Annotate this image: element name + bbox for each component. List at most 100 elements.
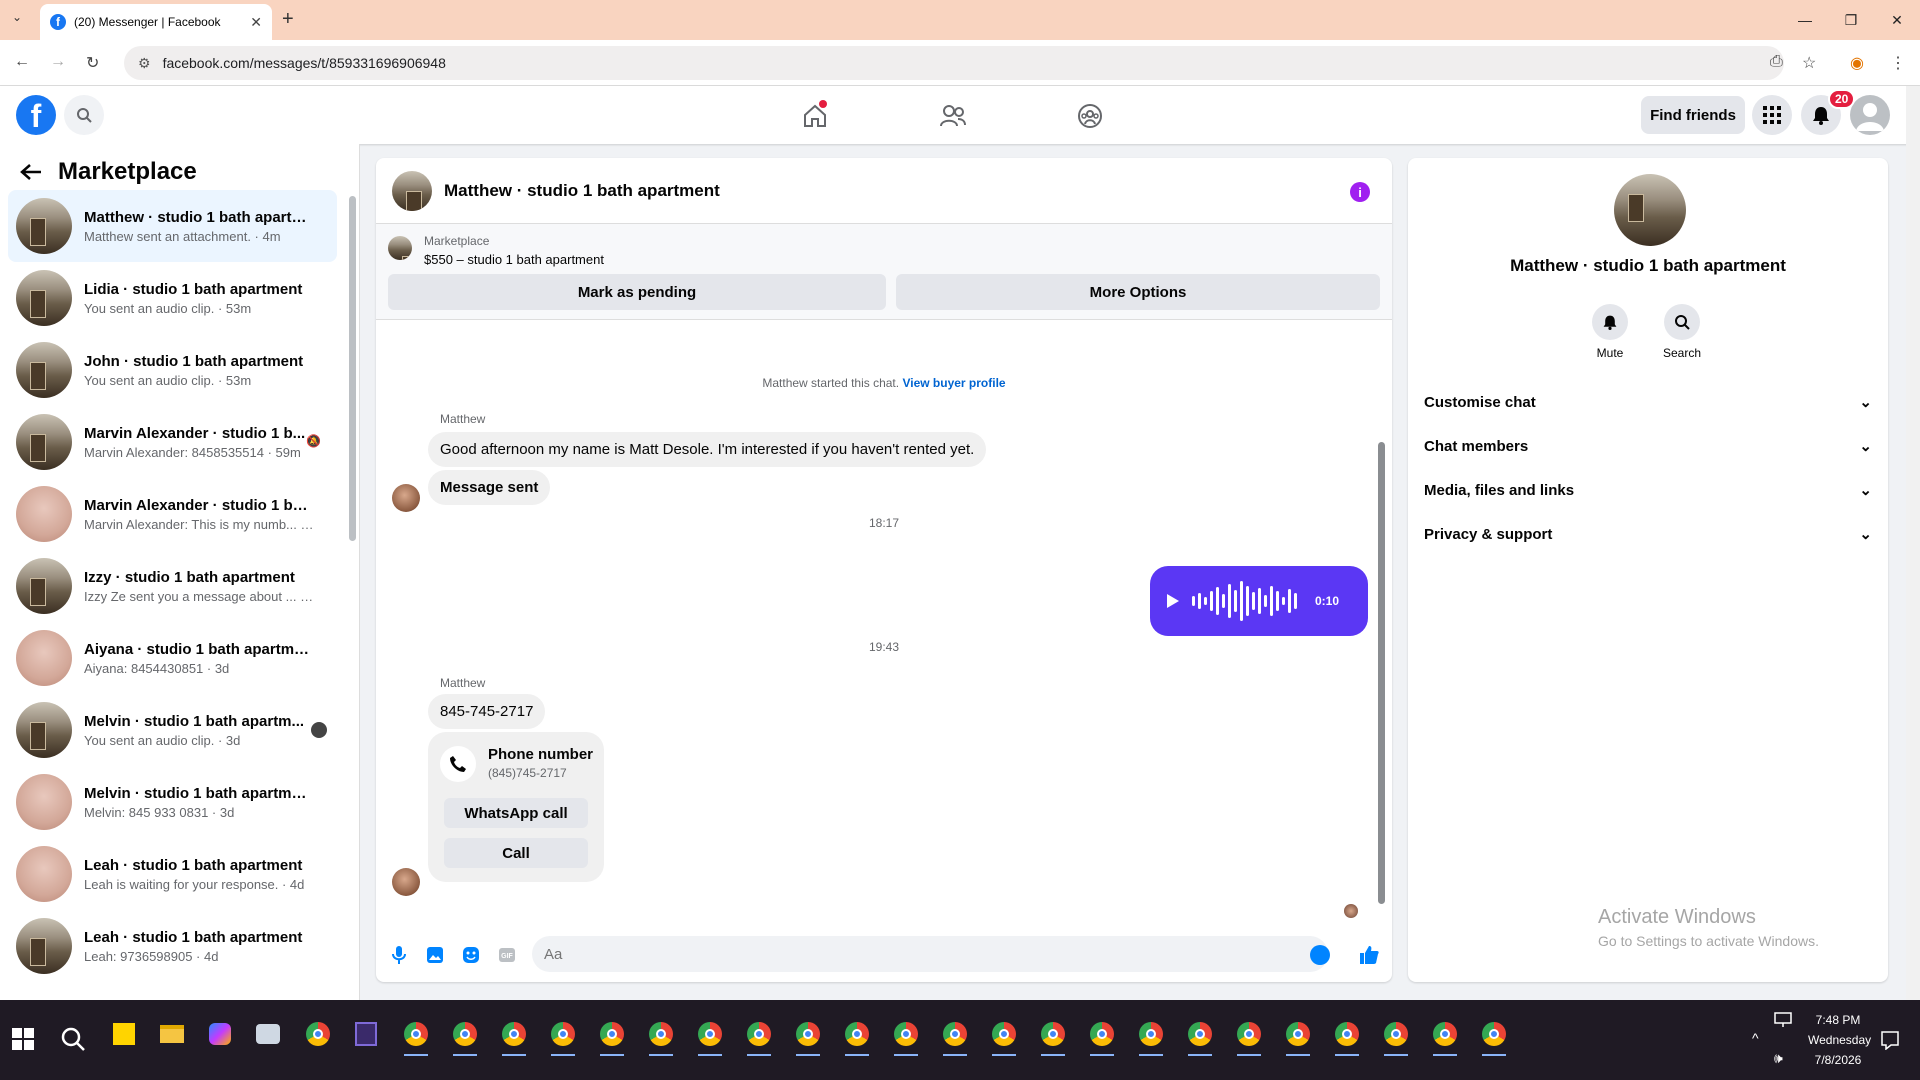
conversation-item[interactable]: Marvin Alexander · studio 1 b... Marvin A… [8, 406, 337, 478]
taskbar-app-icon[interactable] [596, 1018, 628, 1056]
emoji-icon[interactable] [1310, 945, 1330, 965]
notification-center-icon[interactable] [1880, 1030, 1900, 1050]
back-arrow-icon[interactable] [20, 163, 42, 181]
windows-start-icon[interactable] [12, 1028, 34, 1050]
mark-as-pending-button[interactable]: Mark as pending [388, 274, 886, 310]
taskbar-app-icon[interactable] [498, 1018, 530, 1056]
profile-icon[interactable]: ◉ [1850, 53, 1864, 73]
search-in-chat-button[interactable]: Search [1652, 304, 1712, 360]
taskbar-app-icon[interactable] [841, 1018, 873, 1056]
sender-avatar[interactable] [392, 868, 420, 896]
friends-icon[interactable] [933, 96, 973, 136]
minimize-icon[interactable]: — [1782, 0, 1828, 40]
message-bubble[interactable]: Message sent [428, 470, 551, 505]
chat-scrollbar[interactable] [1378, 442, 1385, 904]
taskbar-app-icon[interactable] [1380, 1018, 1412, 1056]
taskbar-app-icon[interactable] [108, 1018, 140, 1050]
accordion-privacy-support[interactable]: Privacy & support ⌄ [1424, 514, 1872, 554]
gif-icon[interactable]: GIF [496, 944, 518, 966]
taskbar-app-icon[interactable] [204, 1018, 236, 1050]
browser-tab[interactable]: f (20) Messenger | Facebook ✕ [40, 4, 272, 40]
photo-icon[interactable] [424, 944, 446, 966]
conversation-item[interactable]: Melvin · studio 1 bath apartm... You sent… [8, 694, 337, 766]
info-icon[interactable]: i [1350, 182, 1370, 202]
reload-icon[interactable]: ↻ [86, 53, 99, 73]
message-bubble[interactable]: 845-745-2717 [428, 694, 546, 729]
taskbar-app-icon[interactable] [156, 1018, 188, 1050]
conversation-item[interactable]: Matthew · studio 1 bath apartm... Matthew… [8, 190, 337, 262]
more-options-button[interactable]: More Options [896, 274, 1380, 310]
taskbar-app-icon[interactable] [1429, 1018, 1461, 1056]
page-scrollbar[interactable] [1906, 86, 1920, 1000]
sticker-icon[interactable] [460, 944, 482, 966]
accordion-media-files-links[interactable]: Media, files and links ⌄ [1424, 470, 1872, 510]
taskbar-app-icon[interactable] [1233, 1018, 1265, 1056]
conversation-item[interactable]: Leah · studio 1 bath apartment Leah is wa… [8, 838, 337, 910]
install-app-icon[interactable]: ⎙ [1770, 53, 1783, 71]
facebook-logo-icon[interactable]: f [16, 95, 56, 135]
taskbar-app-icon[interactable] [1135, 1018, 1167, 1056]
taskbar-app-icon[interactable] [449, 1018, 481, 1056]
taskbar-app-icon[interactable] [1184, 1018, 1216, 1056]
listing-thumbnail[interactable] [388, 236, 412, 260]
view-buyer-profile-link[interactable]: View buyer profile [902, 376, 1005, 390]
info-panel-avatar[interactable] [1614, 174, 1686, 246]
message-bubble[interactable]: Good afternoon my name is Matt Desole. I… [428, 432, 987, 467]
taskbar-app-icon[interactable] [694, 1018, 726, 1056]
taskbar-app-icon[interactable] [1478, 1018, 1510, 1056]
taskbar-app-icon[interactable] [1331, 1018, 1363, 1056]
taskbar-search-icon[interactable] [60, 1026, 86, 1052]
bookmark-star-icon[interactable]: ☆ [1802, 53, 1816, 73]
conversation-item[interactable]: Melvin · studio 1 bath apartment Melvin: … [8, 766, 337, 838]
new-tab-icon[interactable]: + [282, 8, 294, 31]
network-icon[interactable] [1774, 1012, 1792, 1028]
taskbar-app-icon[interactable] [988, 1018, 1020, 1056]
forward-icon[interactable]: → [50, 53, 66, 71]
sidebar-scrollbar[interactable] [349, 196, 356, 541]
like-thumb-icon[interactable] [1358, 944, 1380, 966]
tab-search-icon[interactable]: ⌄ [12, 10, 22, 24]
conversation-item[interactable]: Aiyana · studio 1 bath apartment Aiyana: … [8, 622, 337, 694]
mute-button[interactable]: Mute [1580, 304, 1640, 360]
microphone-icon[interactable] [388, 944, 410, 966]
back-icon[interactable]: ← [14, 53, 30, 71]
taskbar-app-icon[interactable] [302, 1018, 334, 1050]
play-icon[interactable] [1166, 593, 1180, 609]
restore-icon[interactable]: ❐ [1828, 0, 1874, 40]
taskbar-app-icon[interactable] [645, 1018, 677, 1056]
system-clock[interactable]: 7:48 PM Wednesday 7/8/2026 [1808, 1010, 1871, 1070]
taskbar-app-icon[interactable] [547, 1018, 579, 1056]
taskbar-app-icon[interactable] [890, 1018, 922, 1056]
menu-grid-icon[interactable] [1752, 95, 1792, 135]
accordion-customise-chat[interactable]: Customise chat ⌄ [1424, 382, 1872, 422]
message-input[interactable] [532, 936, 1328, 972]
chat-title[interactable]: Matthew · studio 1 bath apartment [444, 181, 720, 201]
volume-icon[interactable]: 🕪 [1774, 1050, 1783, 1067]
listing-title[interactable]: $550 – studio 1 bath apartment [424, 252, 604, 267]
taskbar-app-icon[interactable] [792, 1018, 824, 1056]
chat-header-avatar[interactable] [392, 170, 432, 211]
taskbar-app-icon[interactable] [1037, 1018, 1069, 1056]
taskbar-app-icon[interactable] [1086, 1018, 1118, 1056]
taskbar-app-icon[interactable] [743, 1018, 775, 1056]
close-tab-icon[interactable]: ✕ [250, 14, 262, 31]
taskbar-app-icon[interactable] [350, 1018, 382, 1050]
show-hidden-icons-icon[interactable]: ^ [1752, 1030, 1759, 1046]
conversation-item[interactable]: Lidia · studio 1 bath apartment You sent … [8, 262, 337, 334]
url-bar[interactable]: ⚙ facebook.com/messages/t/85933169690694… [124, 46, 1784, 80]
close-window-icon[interactable]: ✕ [1874, 0, 1920, 40]
groups-icon[interactable] [1070, 96, 1110, 136]
conversation-item[interactable]: Izzy · studio 1 bath apartment Izzy Ze se… [8, 550, 337, 622]
taskbar-app-icon[interactable] [252, 1018, 284, 1050]
find-friends-button[interactable]: Find friends [1641, 96, 1745, 134]
call-button[interactable]: Call [444, 838, 588, 868]
account-avatar[interactable] [1850, 95, 1890, 135]
sender-avatar[interactable] [392, 484, 420, 512]
audio-message[interactable]: 0:10 [1150, 566, 1368, 636]
accordion-chat-members[interactable]: Chat members ⌄ [1424, 426, 1872, 466]
taskbar-app-icon[interactable] [400, 1018, 432, 1056]
conversation-item[interactable]: John · studio 1 bath apartment You sent a… [8, 334, 337, 406]
conversation-item[interactable]: Leah · studio 1 bath apartment Leah: 9736… [8, 910, 337, 982]
taskbar-app-icon[interactable] [939, 1018, 971, 1056]
browser-menu-icon[interactable]: ⋮ [1890, 53, 1906, 73]
